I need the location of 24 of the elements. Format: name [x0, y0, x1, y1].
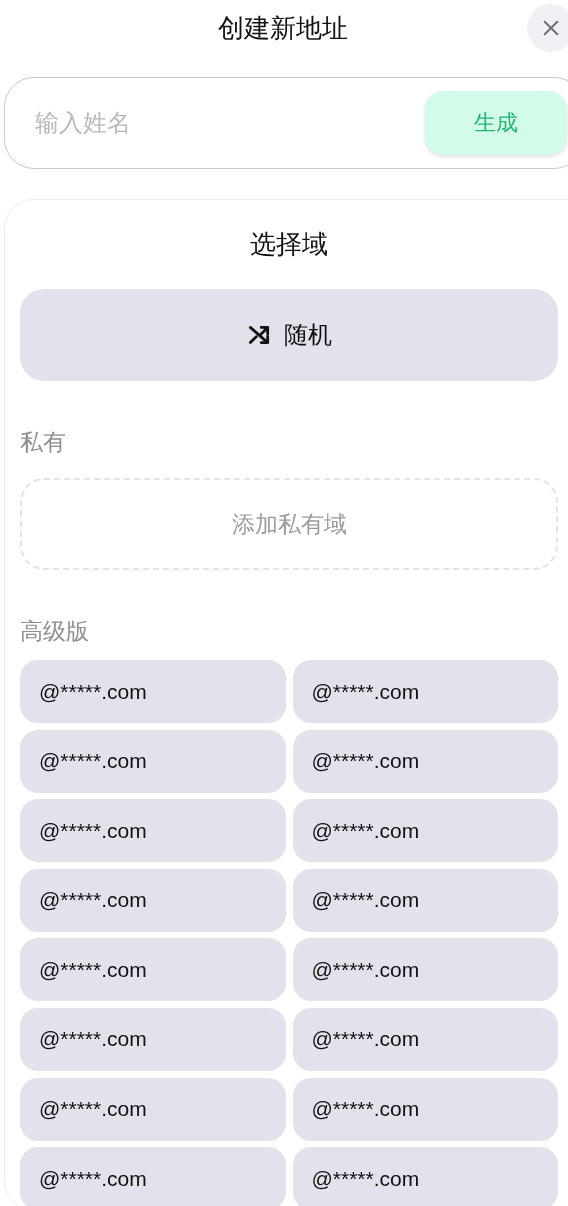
close-icon [542, 19, 560, 37]
domain-option[interactable]: @*****.com [20, 1007, 286, 1071]
domain-option[interactable]: @*****.com [20, 660, 286, 723]
section-label: 私有 [20, 428, 67, 457]
dialog-title: 创建新地址 [218, 11, 348, 45]
section-title: 选择域 [249, 228, 329, 261]
close-button[interactable] [527, 4, 568, 52]
section-label: 高级版 [20, 617, 90, 646]
domain-option[interactable]: @*****.com [20, 799, 286, 863]
random-button[interactable]: 随机 [20, 289, 558, 381]
domain-option[interactable]: @*****.com [20, 729, 286, 793]
domain-option[interactable]: @*****.com [292, 660, 558, 723]
domain-option[interactable]: @*****.com [292, 799, 558, 863]
domain-option[interactable]: @*****.com [292, 1007, 558, 1071]
domain-option[interactable]: @*****.com [20, 868, 286, 932]
name-input-field[interactable]: 输入姓名 [33, 108, 425, 138]
domain-option[interactable]: @*****.com [292, 868, 558, 932]
domain-option[interactable]: @*****.com [292, 938, 558, 1002]
domain-option[interactable]: @*****.com [20, 1147, 286, 1206]
domain-option[interactable]: @*****.com [20, 938, 286, 1002]
domain-option[interactable]: @*****.com [292, 1077, 558, 1141]
domain-option[interactable]: @*****.com [292, 1147, 558, 1206]
domain-option[interactable]: @*****.com [292, 729, 558, 793]
domain-option[interactable]: @*****.com [20, 1077, 286, 1141]
